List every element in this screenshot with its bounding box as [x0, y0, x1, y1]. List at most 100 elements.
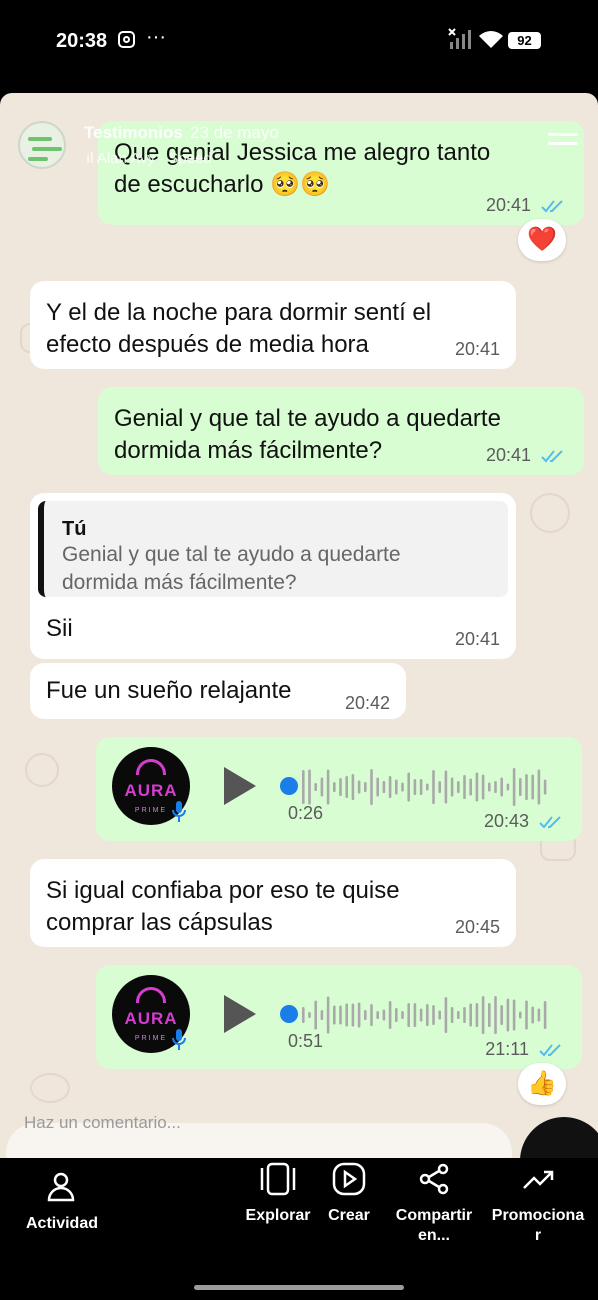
waveform-bar — [382, 1009, 386, 1021]
quote-line: dormida más fácilmente? — [62, 571, 297, 594]
menu-icon[interactable] — [548, 133, 578, 153]
waveform-bar — [444, 997, 448, 1033]
reaction-badge[interactable]: 👍 — [518, 1063, 566, 1105]
waveform-bar — [345, 1003, 348, 1027]
message-line: Genial y que tal te ayudo a quedarte — [114, 405, 501, 432]
message-time: 20:45 — [454, 917, 500, 937]
playback-position-dot[interactable] — [280, 1005, 298, 1023]
message-time: 21:11 — [485, 1039, 566, 1059]
message-text: Fue un sueño relajante — [46, 677, 292, 704]
logo-arc — [136, 759, 166, 775]
waveform-bar — [537, 769, 541, 805]
battery-indicator: 92 — [508, 32, 541, 49]
promote-button[interactable]: Promociona r — [488, 1162, 588, 1246]
waveform-bar — [481, 996, 485, 1034]
waveform-bar — [500, 1005, 503, 1025]
activity-button[interactable]: Actividad — [20, 1170, 104, 1234]
message-text: Sii — [46, 615, 73, 642]
comment-input[interactable]: Haz un comentario... — [24, 1113, 181, 1133]
time-label: 21:11 — [485, 1039, 529, 1059]
message-incoming[interactable]: Fue un sueño relajante 20:42 — [30, 663, 406, 719]
message-incoming-reply[interactable]: Tú Genial y que tal te ayudo a quedarte … — [30, 493, 516, 659]
waveform-bar — [537, 1008, 541, 1022]
waveform-bar — [525, 774, 528, 800]
message-line: efecto después de media hora — [46, 331, 369, 358]
waveform-bar — [401, 1011, 404, 1019]
waveform-bar — [438, 781, 441, 793]
home-indicator[interactable] — [194, 1285, 404, 1290]
story-music[interactable]: ıl Alan Avy · Speed — [86, 150, 212, 167]
waveform-bar — [419, 1008, 423, 1022]
story-card[interactable]: Que genial Jessica me alegro tanto de es… — [0, 93, 598, 1158]
waveform-bar — [333, 1005, 336, 1025]
waveform-bar — [543, 1001, 547, 1029]
waveform-bar — [481, 774, 485, 800]
waveform-bar — [345, 776, 348, 798]
message-incoming[interactable]: Y el de la noche para dormir sentí el ef… — [30, 281, 516, 369]
waveform-bar — [488, 782, 491, 792]
promote-label-cont: r — [534, 1227, 542, 1244]
quoted-message[interactable]: Tú Genial y que tal te ayudo a quedarte … — [38, 501, 508, 597]
waveform-bar — [457, 1011, 460, 1019]
playback-position-dot[interactable] — [280, 777, 298, 795]
waveform[interactable] — [302, 993, 558, 1037]
story-date: 23 de mayo — [190, 123, 279, 142]
waveform-bar — [426, 783, 429, 791]
message-time: 20:41 — [454, 339, 500, 359]
waveform-bar — [488, 1003, 491, 1027]
thumb-decoration — [28, 137, 52, 141]
waveform-bar — [413, 1003, 417, 1027]
time-label: 20:41 — [485, 195, 531, 215]
message-line: Si igual confiaba por eso te quise — [46, 877, 400, 904]
music-label: Alan Avy · Speed — [96, 150, 212, 167]
play-icon[interactable] — [224, 767, 256, 805]
waveform-bar — [475, 772, 479, 802]
waveform-bar — [395, 779, 398, 795]
waveform-bar — [407, 1003, 410, 1027]
read-receipt-icon — [541, 200, 563, 213]
waveform-bar — [519, 778, 522, 796]
waveform-bar — [512, 768, 516, 806]
waveform-bar — [351, 1003, 355, 1027]
promote-label: Promociona — [491, 1207, 585, 1224]
waveform-bar — [419, 779, 423, 795]
waveform-bar — [320, 1010, 324, 1020]
waveform-bar — [326, 996, 330, 1034]
story-title[interactable]: Testimonios — [84, 123, 183, 143]
waveform-bar — [388, 1001, 392, 1029]
quote-line: Genial y que tal te ayudo a quedarte — [62, 543, 401, 566]
thumb-decoration — [28, 157, 48, 161]
message-outgoing[interactable]: Genial y que tal te ayudo a quedarte dor… — [98, 387, 584, 475]
waveform-bar — [333, 782, 336, 792]
waveform-bar — [438, 1010, 441, 1020]
waveform-bar — [506, 783, 510, 791]
waveform-bar — [432, 770, 435, 804]
status-time: 20:38 — [56, 30, 108, 52]
wallpaper-doodle — [25, 753, 59, 787]
waveform-bar — [463, 775, 466, 799]
waveform[interactable] — [302, 765, 558, 809]
play-icon[interactable] — [224, 995, 256, 1033]
waveform-bar — [407, 772, 410, 802]
reaction-badge[interactable]: ❤️ — [518, 219, 566, 261]
message-line: dormida más fácilmente? — [114, 437, 383, 464]
time-label: 20:41 — [485, 445, 531, 465]
voice-message-outgoing[interactable]: AURA PRIME 0:26 20:43 — [96, 737, 582, 841]
waveform-bar — [364, 1010, 367, 1020]
waveform-bar — [475, 1003, 479, 1027]
share-button[interactable]: Compartir en... — [390, 1162, 478, 1246]
explore-button[interactable]: Explorar — [240, 1162, 316, 1226]
waveform-bar — [376, 777, 379, 797]
send-button[interactable] — [520, 1117, 598, 1158]
waveform-bar — [450, 1007, 454, 1023]
story-thumbnail[interactable] — [18, 121, 66, 169]
activity-label: Actividad — [25, 1215, 98, 1232]
create-button[interactable]: Crear — [318, 1162, 380, 1226]
message-time: 20:41 — [486, 195, 568, 215]
waveform-bar — [320, 777, 324, 797]
quote-text: Genial y que tal te ayudo a quedarte dor… — [62, 541, 494, 597]
message-incoming[interactable]: Si igual confiaba por eso te quise compr… — [30, 859, 516, 947]
voice-message-outgoing[interactable]: AURA PRIME 0:51 21:11 — [96, 965, 582, 1069]
waveform-bar — [314, 783, 317, 791]
thumb-decoration — [32, 147, 62, 151]
